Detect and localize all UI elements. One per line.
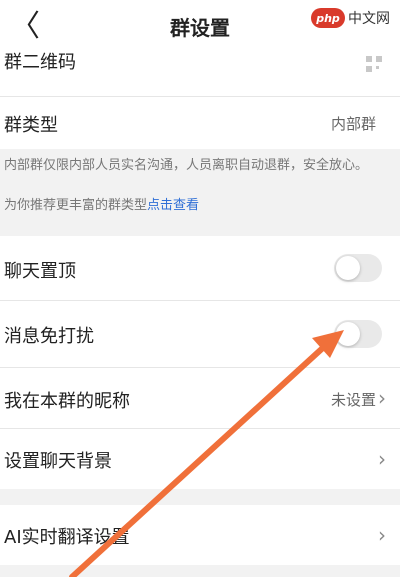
watermark-logo: php <box>311 8 345 28</box>
nickname-value: 未设置 <box>330 391 376 409</box>
mute-label: 消息免打扰 <box>4 326 94 347</box>
pin-chat-toggle[interactable] <box>334 254 382 282</box>
chat-background-row[interactable]: 设置聊天背景 › <box>0 429 400 489</box>
ai-translate-label: AI实时翻译设置 <box>4 527 130 548</box>
group-type-label: 群类型 <box>4 115 58 136</box>
note-recommend: 为你推荐更丰富的群类型点击查看 <box>4 194 199 213</box>
qrcode-label: 群二维码 <box>4 52 76 73</box>
nickname-label: 我在本群的昵称 <box>4 391 130 412</box>
qrcode-row[interactable]: 群二维码 <box>0 52 400 78</box>
chevron-right-icon: › <box>378 523 386 547</box>
chevron-right-icon: › <box>378 447 386 471</box>
chevron-right-icon: › <box>378 386 386 410</box>
nickname-row[interactable]: 我在本群的昵称 未设置 › <box>0 368 400 428</box>
pin-chat-label: 聊天置顶 <box>4 261 76 282</box>
note-text: 内部群仅限内部人员实名沟通，人员离职自动退群，安全放心。 <box>4 158 369 173</box>
group-type-row[interactable]: 群类型 内部群 <box>0 97 400 149</box>
group-type-value: 内部群 <box>330 115 376 133</box>
toggle-knob <box>336 322 360 346</box>
view-more-link[interactable]: 点击查看 <box>147 198 199 213</box>
chat-background-label: 设置聊天背景 <box>4 451 112 472</box>
mute-row: 消息免打扰 <box>0 301 400 367</box>
ai-translate-row[interactable]: AI实时翻译设置 › <box>0 505 400 565</box>
watermark-text: 中文网 <box>348 11 390 27</box>
group-type-note: 内部群仅限内部人员实名沟通，人员离职自动退群，安全放心。 为你推荐更丰富的群类型… <box>0 150 400 236</box>
top-bar: 〈 群设置 php 中文网 <box>0 0 400 54</box>
qr-code-icon <box>366 56 382 72</box>
note-recommend-text: 为你推荐更丰富的群类型 <box>4 198 148 213</box>
site-watermark: php 中文网 <box>307 6 394 30</box>
toggle-knob <box>336 256 360 280</box>
pin-chat-row: 聊天置顶 <box>0 236 400 300</box>
mute-toggle[interactable] <box>334 320 382 348</box>
